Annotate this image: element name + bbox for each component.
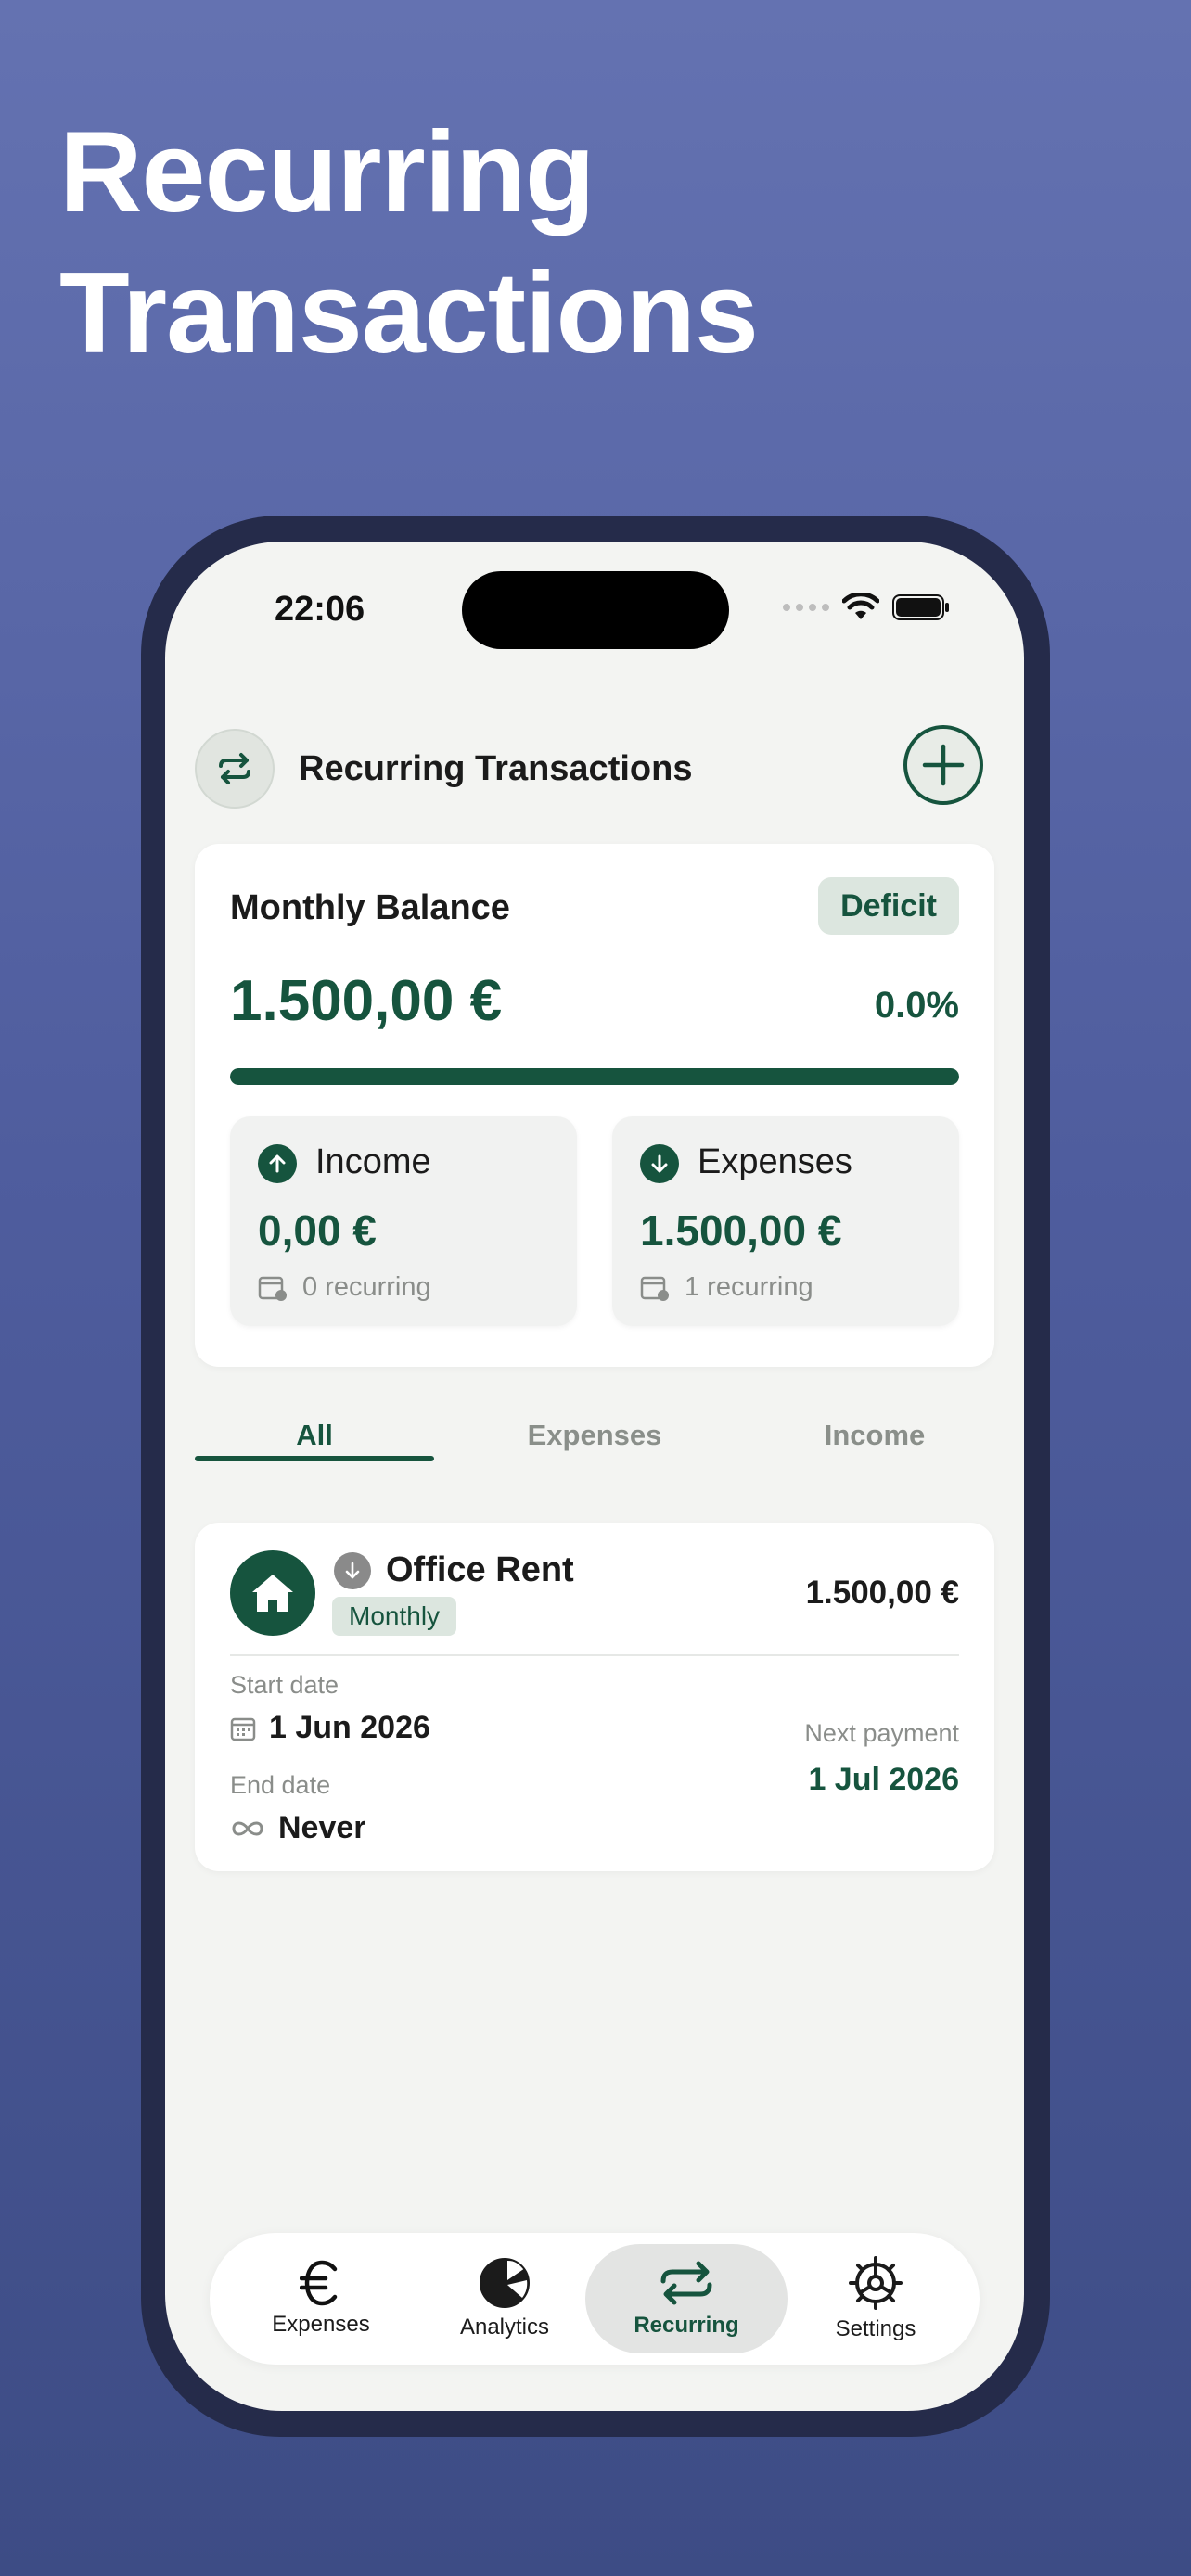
calendar-clock-icon: [258, 1276, 287, 1301]
expenses-label: Expenses: [698, 1142, 852, 1181]
calendar-clock-icon: [640, 1276, 669, 1301]
tab-bar-label-recurring: Recurring: [634, 2313, 739, 2338]
repeat-icon: [660, 2261, 712, 2305]
gear-icon: [849, 2256, 903, 2310]
bottom-tab-bar: Expenses Analytics Recurring Settings: [210, 2233, 980, 2365]
status-badge: Deficit: [818, 877, 959, 935]
tab-all[interactable]: All: [195, 1419, 434, 1452]
next-payment-label: Next payment: [804, 1719, 959, 1747]
tab-bar-label-analytics: Analytics: [459, 2315, 550, 2340]
tab-income[interactable]: Income: [755, 1419, 994, 1452]
wifi-icon: [842, 593, 879, 619]
status-icons: [783, 593, 950, 621]
status-time: 22:06: [275, 590, 365, 629]
headline-line-2: Transactions: [59, 249, 759, 377]
expenses-recurring-count: 1 recurring: [640, 1272, 813, 1303]
income-recurring-count: 0 recurring: [258, 1272, 431, 1303]
expenses-amount: 1.500,00 €: [640, 1206, 842, 1255]
expenses-recurring-text: 1 recurring: [685, 1272, 813, 1302]
start-date-label: Start date: [230, 1671, 339, 1699]
expenses-summary: Expenses 1.500,00 € 1 recurring: [612, 1116, 959, 1326]
house-icon: [230, 1550, 315, 1636]
income-recurring-text: 0 recurring: [302, 1272, 431, 1302]
balance-percent: 0.0%: [874, 985, 959, 1026]
start-date-text: 1 Jun 2026: [269, 1710, 430, 1745]
next-payment-value: 1 Jul 2026: [808, 1762, 959, 1797]
divider: [230, 1654, 959, 1656]
repeat-icon: [195, 729, 275, 809]
euro-icon: [300, 2260, 338, 2306]
monthly-balance-card: Monthly Balance Deficit 1.500,00 € 0.0% …: [195, 844, 994, 1367]
signal-dots-icon: [783, 604, 829, 611]
income-amount: 0,00 €: [258, 1206, 377, 1255]
arrow-down-icon: [334, 1552, 371, 1589]
end-date-text: Never: [278, 1810, 366, 1845]
tab-underline: [195, 1456, 434, 1461]
dynamic-island: [462, 571, 729, 649]
end-date-value: Never: [230, 1810, 366, 1846]
pie-chart-icon: [480, 2258, 530, 2308]
tab-bar-label-settings: Settings: [835, 2316, 916, 2341]
screen-header: Recurring Transactions: [195, 725, 994, 814]
phone-screen: 22:06 Recurring Transactions Monthly Bal…: [165, 542, 1024, 2411]
tab-bar-item-analytics[interactable]: Analytics: [412, 2244, 597, 2353]
screen-title: Recurring Transactions: [299, 749, 693, 788]
transaction-name: Office Rent: [386, 1550, 574, 1589]
arrow-up-icon: [258, 1144, 297, 1183]
tab-bar-label-expenses: Expenses: [272, 2312, 370, 2337]
balance-amount: 1.500,00 €: [230, 969, 503, 1033]
balance-title: Monthly Balance: [230, 888, 510, 927]
add-recurring-button[interactable]: [903, 725, 983, 805]
income-summary: Income 0,00 € 0 recurring: [230, 1116, 577, 1326]
frequency-badge: Monthly: [332, 1597, 457, 1636]
infinity-icon: [232, 1821, 263, 1835]
balance-progress-fill: [230, 1068, 959, 1085]
transaction-card[interactable]: Office Rent Monthly 1.500,00 € Start dat…: [195, 1523, 994, 1871]
tab-bar-item-settings[interactable]: Settings: [783, 2244, 968, 2353]
balance-progress-bar: [230, 1068, 959, 1085]
start-date-value: 1 Jun 2026: [230, 1710, 430, 1746]
transaction-amount: 1.500,00 €: [805, 1575, 959, 1611]
filter-tabs: All Expenses Income: [195, 1408, 994, 1467]
plus-icon: [922, 744, 965, 786]
tab-bar-item-expenses[interactable]: Expenses: [228, 2244, 414, 2353]
calendar-icon: [230, 1717, 256, 1741]
battery-icon: [892, 594, 949, 620]
marketing-headline: Recurring Transactions: [59, 102, 759, 384]
income-label: Income: [315, 1142, 431, 1181]
end-date-label: End date: [230, 1771, 331, 1799]
tab-expenses[interactable]: Expenses: [475, 1419, 714, 1452]
headline-line-1: Recurring: [59, 108, 596, 236]
arrow-down-icon: [640, 1144, 679, 1183]
tab-bar-item-recurring[interactable]: Recurring: [585, 2244, 788, 2353]
